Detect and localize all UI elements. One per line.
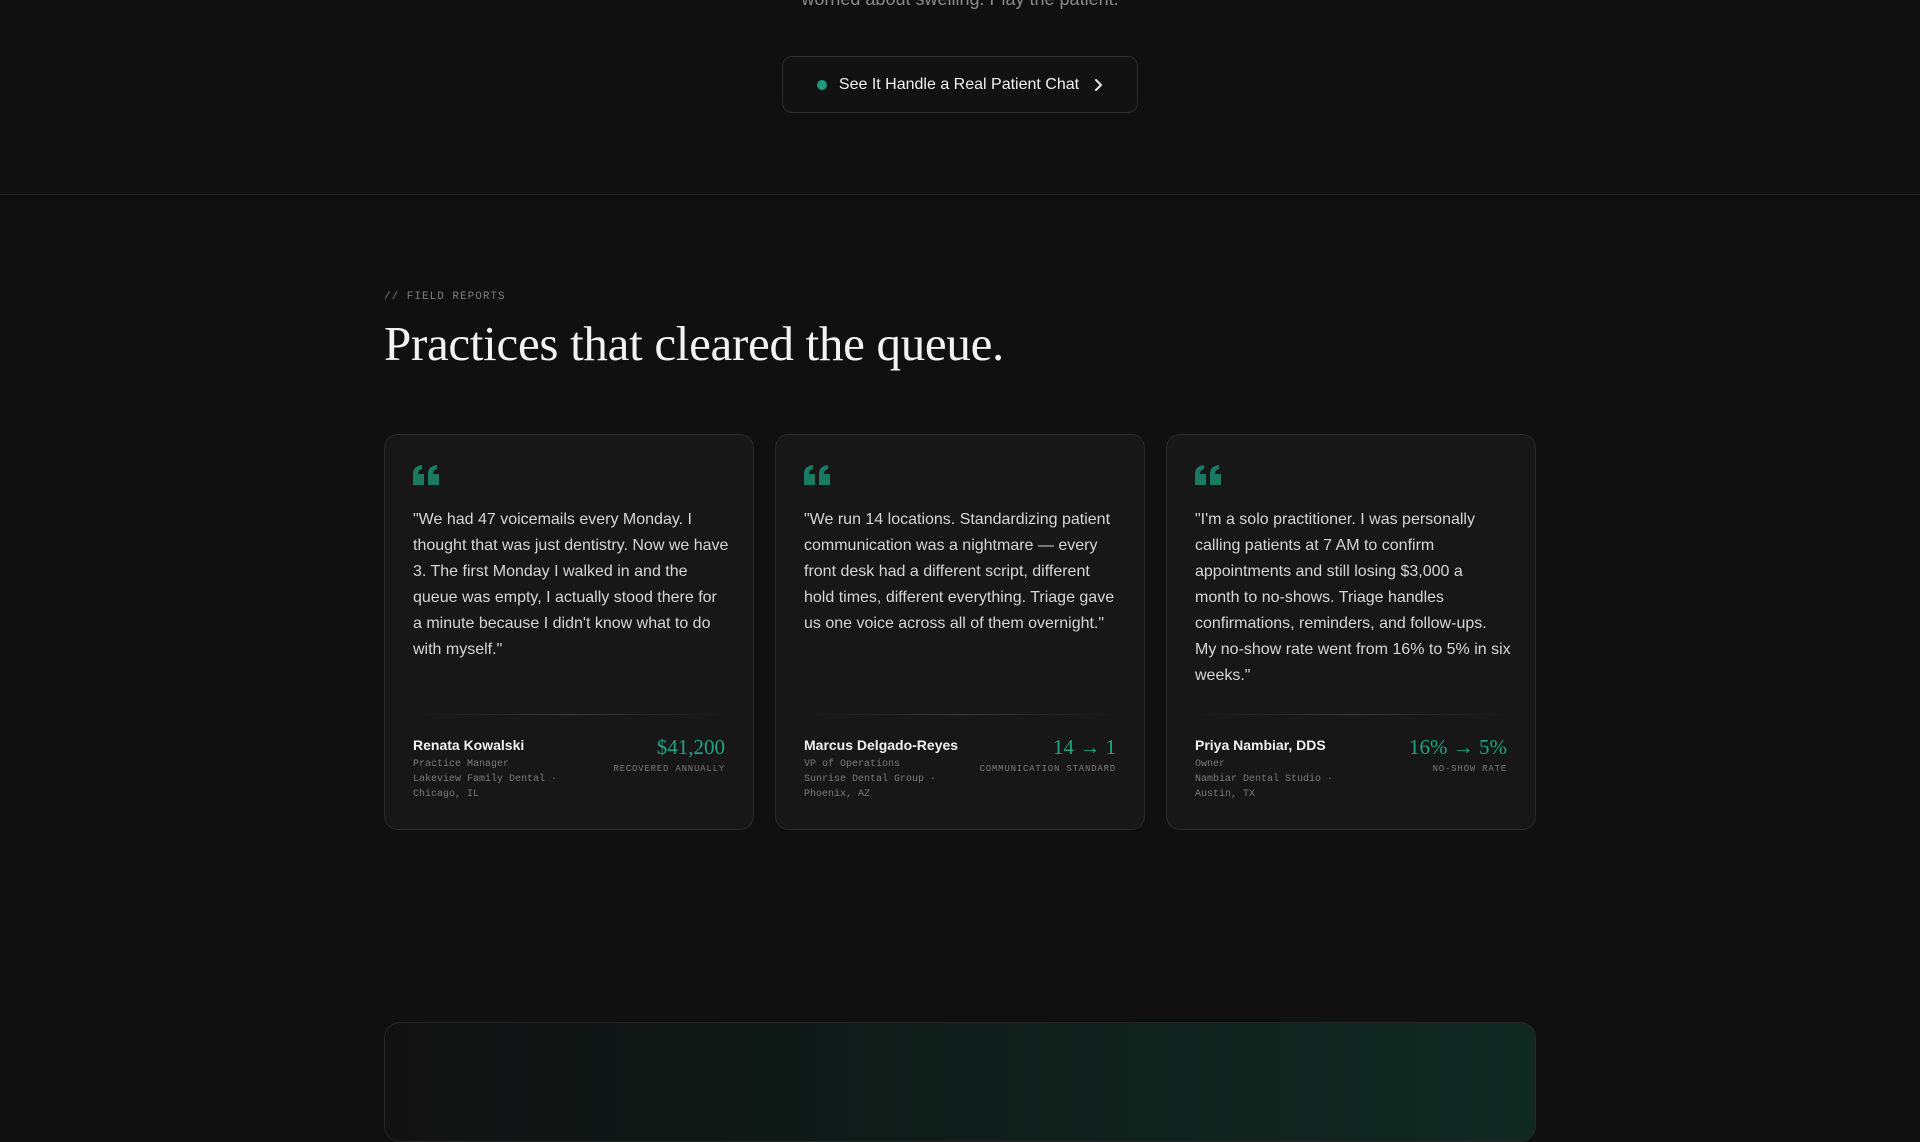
author-name: Priya Nambiar, DDS [1195,737,1326,753]
card-divider [1195,714,1509,715]
hero-caption: worried about swelling. Play the patient… [0,0,1920,10]
card-divider [413,714,727,715]
status-dot-icon [816,79,827,90]
metric-label: NO-SHOW RATE [1432,764,1507,774]
testimonial-quote: "We had 47 voicemails every Monday. I th… [413,511,729,658]
section-eyebrow: // FIELD REPORTS [384,291,506,303]
metric-value: 16% → 5% [1409,735,1507,759]
see-patient-chat-button[interactable]: See It Handle a Real Patient Chat [782,56,1138,113]
chevron-right-icon [1093,78,1103,92]
testimonial-card: "We had 47 voicemails every Monday. I th… [384,434,754,830]
testimonial-quote: "I'm a solo practitioner. I was personal… [1195,511,1511,684]
quote-icon [413,465,439,490]
author-name: Marcus Delgado-Reyes [804,737,959,753]
author-name: Renata Kowalski [413,737,525,753]
cta-label: See It Handle a Real Patient Chat [838,75,1080,93]
author-organization: Lakeview Family Dental · Chicago, IL [413,774,558,800]
author-organization: Sunrise Dental Group · Phoenix, AZ [804,774,937,800]
author-role: Practice Manager [413,759,510,770]
author-organization: Nambiar Dental Studio · Austin, TX [1195,774,1334,800]
author-role: Owner [1195,759,1226,770]
card-divider [804,714,1118,715]
section-divider [0,194,1920,195]
testimonial-card: "I'm a solo practitioner. I was personal… [1166,434,1536,830]
testimonial-quote: "We run 14 locations. Standardizing pati… [804,511,1115,632]
metric-value: 14 → 1 [1053,735,1116,759]
metric-label: COMMUNICATION STANDARD [979,764,1116,774]
author-role: VP of Operations [804,759,901,770]
testimonial-card: "We run 14 locations. Standardizing pati… [775,434,1145,830]
section-heading: Practices that cleared the queue. [384,316,1004,371]
metric-value: $41,200 [656,735,725,759]
quote-icon [1195,465,1221,490]
next-section-panel [384,1022,1536,1142]
quote-icon [804,465,830,490]
metric-label: RECOVERED ANNUALLY [613,764,725,774]
